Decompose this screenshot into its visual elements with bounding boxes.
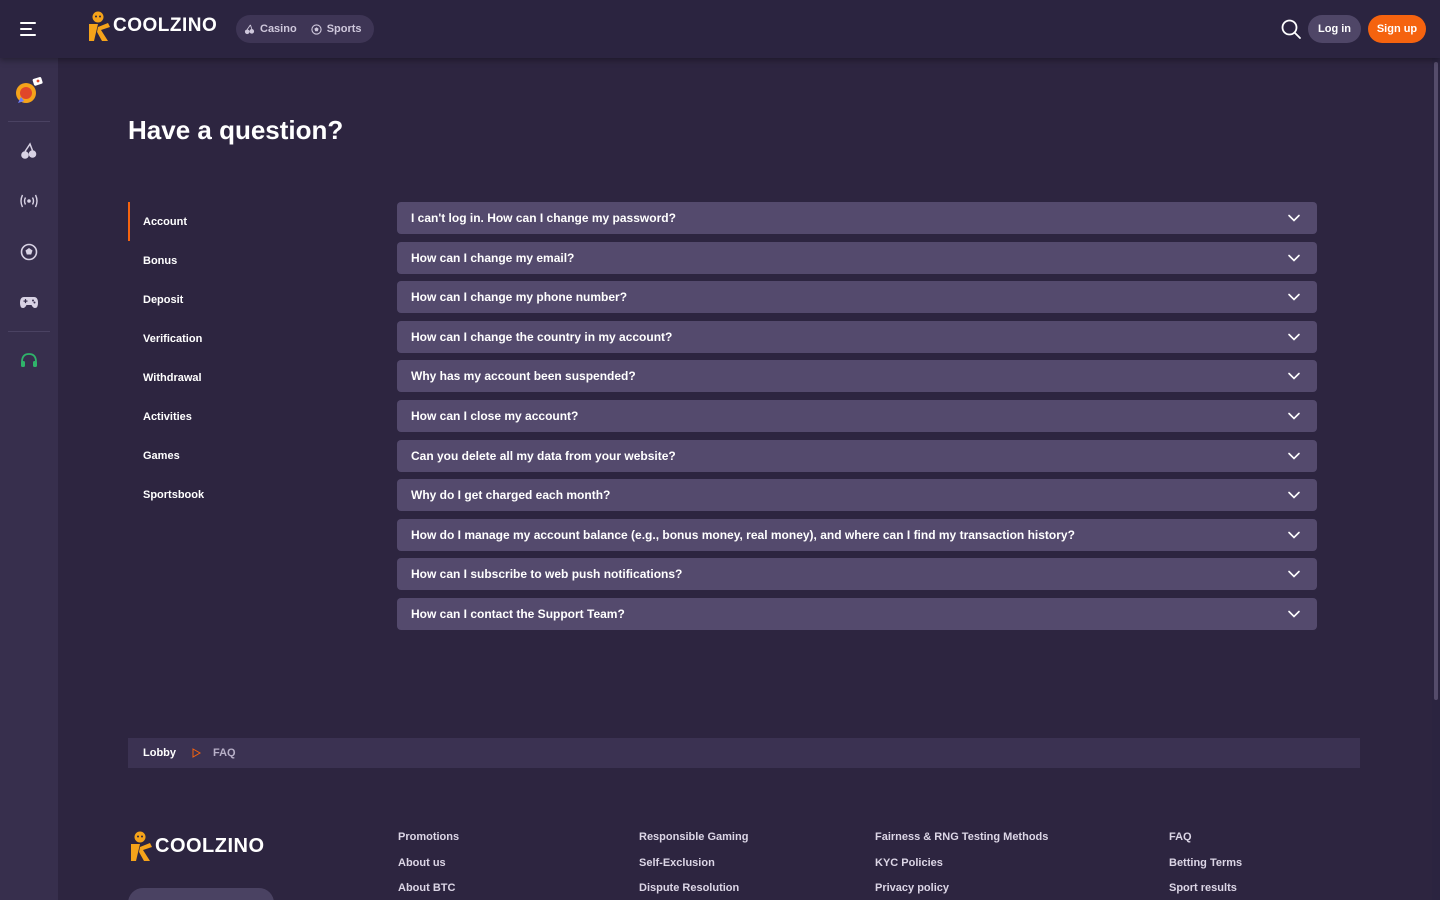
footer-column: FAQ Betting Terms Sport results	[1169, 830, 1242, 900]
logo-mascot-icon	[89, 11, 110, 41]
chevron-down-icon	[1288, 373, 1300, 381]
breadcrumb: Lobby FAQ	[128, 738, 1360, 768]
category-games[interactable]: Games	[128, 436, 358, 475]
logo-text: COOLZINO	[155, 834, 265, 857]
faq-question-text: How can I close my account?	[411, 408, 579, 423]
footer-link-about-btc[interactable]: About BTC	[398, 881, 459, 900]
page-title: Have a question?	[128, 115, 344, 145]
footer-logo[interactable]: COOLZINO	[128, 830, 265, 862]
faq-question[interactable]: How can I subscribe to web push notifica…	[397, 558, 1317, 591]
switch-sports[interactable]: Sports	[311, 23, 362, 35]
faq-question[interactable]: How do I manage my account balance (e.g.…	[397, 518, 1317, 551]
rail-live[interactable]	[0, 183, 58, 219]
faq-question[interactable]: Why do I get charged each month?	[397, 479, 1317, 512]
category-deposit[interactable]: Deposit	[128, 280, 358, 319]
faq-question[interactable]: Can you delete all my data from your web…	[397, 439, 1317, 472]
footer-link-promotions[interactable]: Promotions	[398, 830, 459, 856]
chevron-down-icon	[1288, 531, 1300, 539]
footer-link-self-exclusion[interactable]: Self-Exclusion	[639, 856, 748, 882]
footer-link-privacy[interactable]: Privacy policy	[875, 881, 1048, 900]
support-headset-icon	[21, 353, 37, 367]
category-account[interactable]: Account	[128, 202, 358, 241]
faq-question-text: How can I change my phone number?	[411, 290, 628, 305]
soccer-ball-icon	[311, 23, 322, 35]
faq-question[interactable]: How can I change the country in my accou…	[397, 320, 1317, 353]
footer-pill-button[interactable]	[128, 888, 274, 900]
category-withdrawal[interactable]: Withdrawal	[128, 358, 358, 397]
promo-icon	[16, 76, 43, 103]
footer-link-responsible-gaming[interactable]: Responsible Gaming	[639, 830, 748, 856]
signup-button[interactable]: Sign up	[1368, 15, 1426, 43]
category-activities[interactable]: Activities	[128, 397, 358, 436]
chevron-down-icon	[1288, 571, 1300, 578]
scrollbar-thumb[interactable]	[1434, 62, 1438, 700]
footer-column: Responsible Gaming Self-Exclusion Disput…	[639, 830, 748, 900]
chevron-down-icon	[1288, 293, 1300, 301]
top-header: COOLZINO Casino Sports Log in Sign up	[0, 0, 1440, 58]
faq-question-text: Why do I get charged each month?	[411, 488, 611, 503]
faq-question[interactable]: How can I change my email?	[397, 241, 1317, 274]
faq-question[interactable]: I can't log in. How can I change my pass…	[397, 202, 1317, 234]
footer-link-faq[interactable]: FAQ	[1169, 830, 1242, 856]
breadcrumb-current: FAQ	[213, 747, 236, 759]
play-arrow-icon	[192, 748, 201, 758]
chevron-down-icon	[1288, 254, 1300, 262]
logo-mascot-icon	[131, 831, 152, 861]
soccer-ball-icon	[20, 243, 38, 261]
login-button[interactable]: Log in	[1308, 15, 1361, 43]
cherries-icon	[244, 24, 255, 34]
site-logo[interactable]: COOLZINO	[86, 10, 217, 42]
live-broadcast-icon	[20, 194, 38, 208]
chevron-down-icon	[1288, 333, 1300, 341]
footer-link-dispute-resolution[interactable]: Dispute Resolution	[639, 881, 748, 900]
search-icon[interactable]	[1280, 18, 1302, 40]
rail-divider	[8, 121, 50, 122]
footer-column: Promotions About us About BTC	[398, 830, 459, 900]
menu-icon[interactable]	[20, 22, 38, 36]
faq-question[interactable]: How can I change my phone number?	[397, 281, 1317, 314]
chevron-down-icon	[1288, 452, 1300, 460]
rail-divider	[8, 331, 50, 332]
footer-link-sport-results[interactable]: Sport results	[1169, 881, 1242, 900]
faq-question[interactable]: Why has my account been suspended?	[397, 360, 1317, 393]
faq-question-text: How can I change my email?	[411, 250, 575, 265]
rail-casino[interactable]	[0, 133, 58, 169]
switch-casino-label: Casino	[260, 23, 297, 35]
gamepad-icon	[20, 297, 38, 308]
faq-question-text: How can I contact the Support Team?	[411, 606, 625, 621]
switch-casino[interactable]: Casino	[244, 23, 297, 35]
faq-question-text: How can I subscribe to web push notifica…	[411, 567, 683, 582]
rail-games[interactable]	[0, 284, 58, 320]
category-sportsbook[interactable]: Sportsbook	[128, 475, 358, 514]
switch-sports-label: Sports	[326, 23, 362, 35]
faq-question[interactable]: How can I contact the Support Team?	[397, 597, 1317, 630]
chevron-down-icon	[1288, 610, 1300, 618]
category-verification[interactable]: Verification	[128, 319, 358, 358]
rail-sports[interactable]	[0, 234, 58, 270]
chevron-down-icon	[1288, 214, 1300, 222]
footer-link-kyc[interactable]: KYC Policies	[875, 856, 1048, 882]
footer-link-about-us[interactable]: About us	[398, 856, 459, 882]
footer-column: Fairness & RNG Testing Methods KYC Polic…	[875, 830, 1048, 900]
footer-link-fairness[interactable]: Fairness & RNG Testing Methods	[875, 830, 1048, 856]
rail-support[interactable]	[0, 342, 58, 378]
faq-question-text: I can't log in. How can I change my pass…	[411, 211, 676, 225]
faq-question-text: How do I manage my account balance (e.g.…	[411, 527, 1075, 542]
faq-question-text: Why has my account been suspended?	[411, 369, 636, 384]
chevron-down-icon	[1288, 412, 1300, 420]
category-bonus[interactable]: Bonus	[128, 241, 358, 280]
faq-question-text: How can I change the country in my accou…	[411, 329, 673, 344]
footer-link-betting-terms[interactable]: Betting Terms	[1169, 856, 1242, 882]
product-switch: Casino Sports	[236, 15, 374, 43]
faq-categories: Account Bonus Deposit Verification Withd…	[128, 202, 358, 514]
faq-question[interactable]: How can I close my account?	[397, 399, 1317, 432]
breadcrumb-lobby[interactable]: Lobby	[143, 747, 176, 759]
rail-promo[interactable]	[0, 71, 58, 111]
chevron-down-icon	[1288, 491, 1300, 499]
cherries-icon	[21, 142, 37, 159]
faq-accordion: I can't log in. How can I change my pass…	[397, 202, 1317, 638]
logo-text: COOLZINO	[113, 15, 218, 36]
side-rail	[0, 58, 58, 900]
faq-question-text: Can you delete all my data from your web…	[411, 448, 676, 463]
